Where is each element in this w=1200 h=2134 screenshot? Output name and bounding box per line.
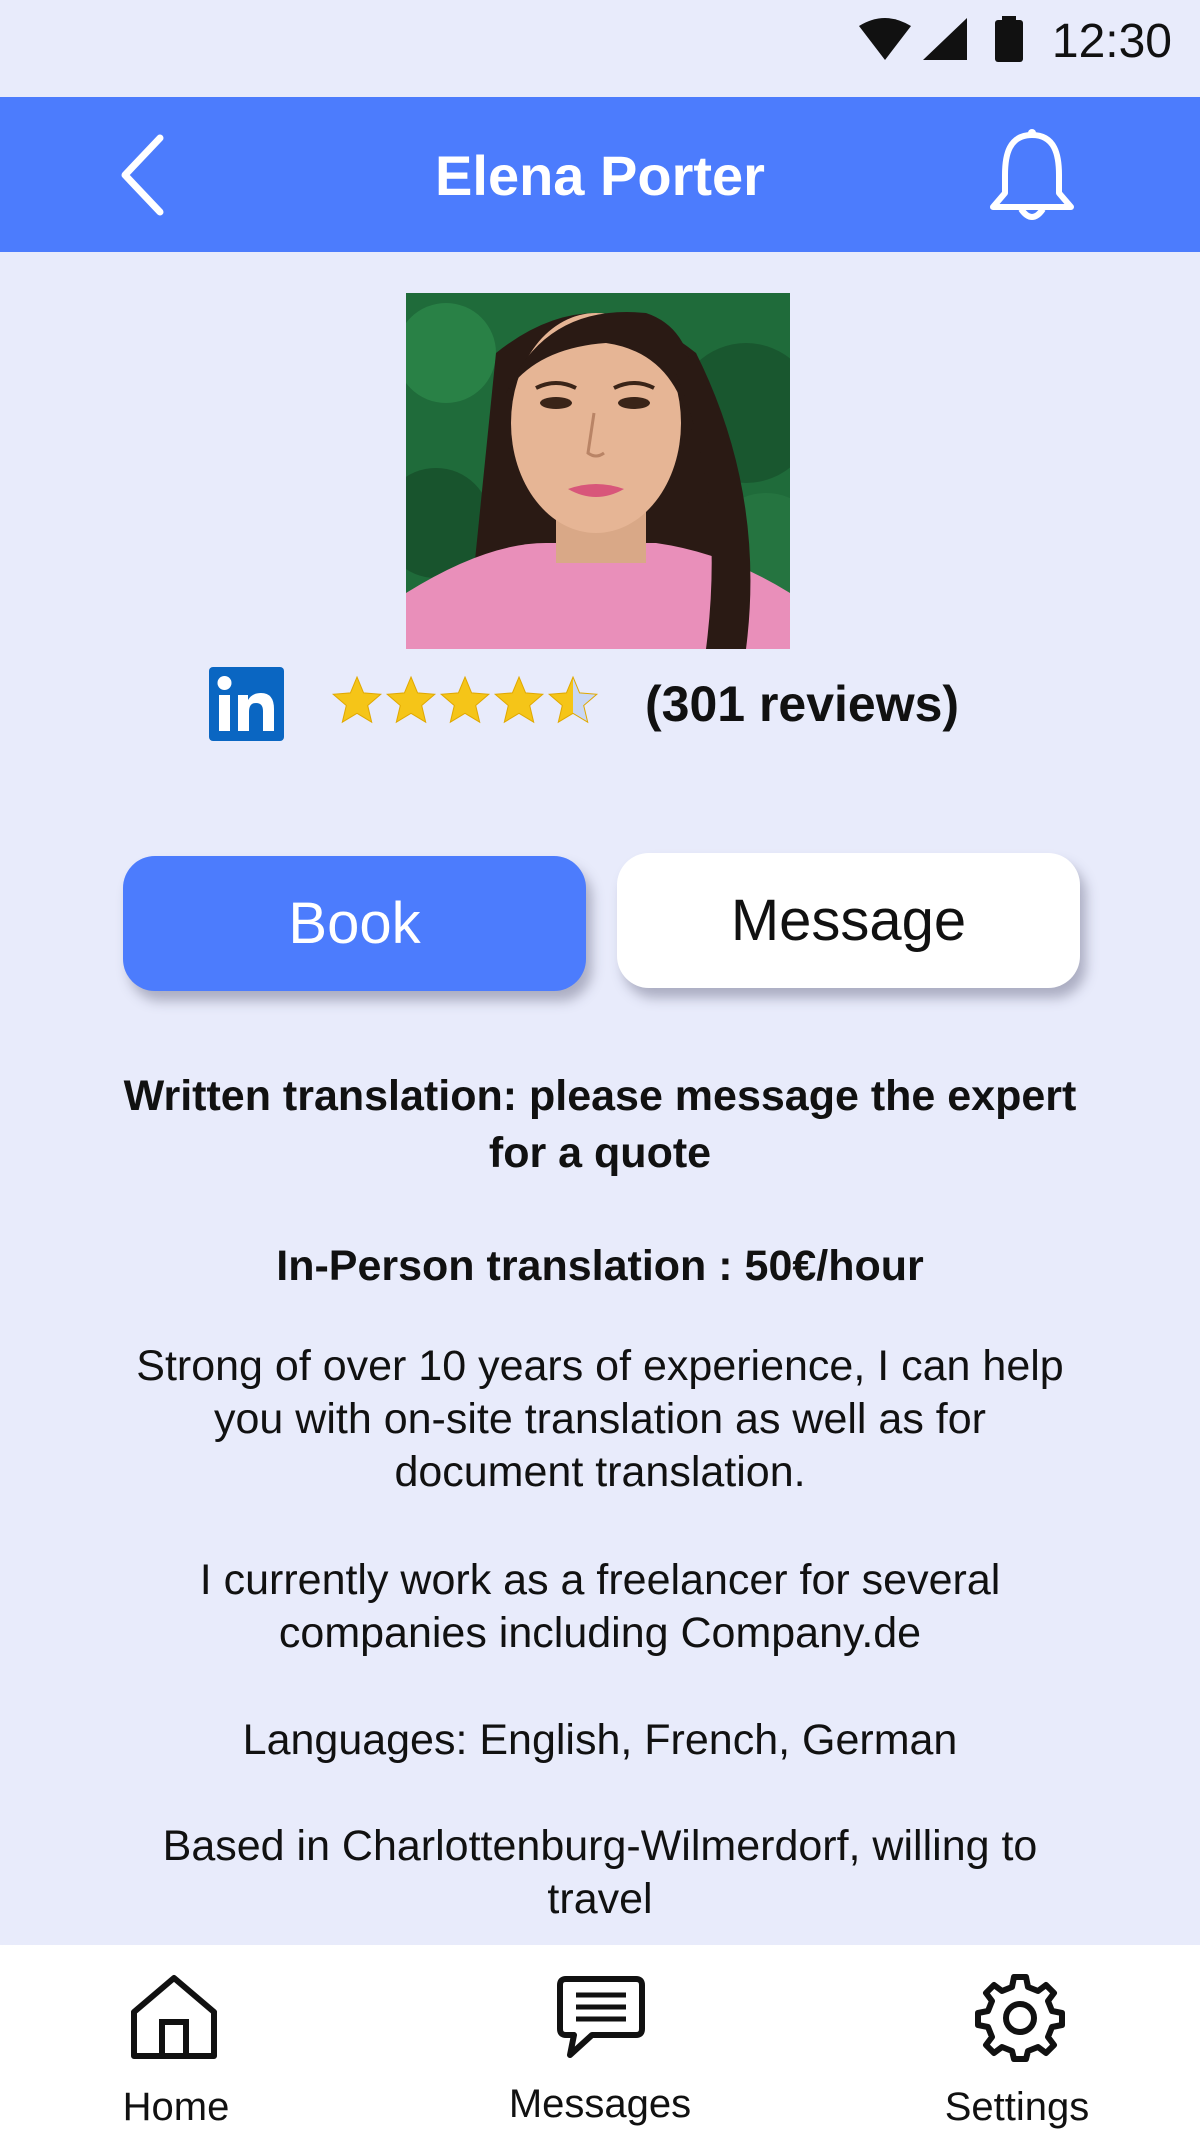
status-bar: 12:30: [0, 0, 1200, 97]
battery-icon: [995, 16, 1023, 62]
cellular-signal-icon: [923, 18, 967, 60]
wifi-icon: [859, 18, 911, 60]
written-translation-text: Written translation: please message the …: [123, 1072, 1077, 1177]
languages-text: Languages: English, French, German: [242, 1716, 958, 1764]
rating-star: [385, 675, 437, 724]
rating-stars: [331, 675, 599, 724]
message-button[interactable]: Message: [617, 853, 1080, 988]
rating-star: [439, 675, 491, 724]
profile-photo: [406, 293, 790, 649]
nav-label-settings: Settings: [944, 2085, 1090, 2129]
nav-item-messages[interactable]: Messages: [470, 1945, 730, 2134]
nav-label-messages: Messages: [508, 2082, 692, 2126]
current-work-text: I currently work as a freelancer for sev…: [199, 1556, 1001, 1657]
bottom-nav: Home Messages Settings: [0, 1945, 1200, 2134]
settings-icon: [975, 1974, 1065, 2062]
messages-icon: [557, 1976, 645, 2058]
experience-text: Strong of over 10 years of experience, I…: [136, 1342, 1064, 1496]
in-person-translation-text: In-Person translation : 50€/hour: [276, 1242, 924, 1290]
linkedin-icon[interactable]: [209, 667, 284, 741]
nav-item-home[interactable]: Home: [46, 1945, 306, 2134]
status-icons: [859, 16, 1023, 62]
home-icon: [131, 1975, 217, 2059]
reviews-count: (301 reviews): [645, 676, 960, 732]
status-time: 12:30: [1051, 15, 1172, 68]
location-text: Based in Charlottenburg-Wilmerdorf, will…: [162, 1822, 1038, 1923]
profile-photo-illustration: [406, 293, 790, 649]
rating-star: [547, 675, 599, 724]
rating-star: [331, 675, 383, 724]
rating-star: [493, 675, 545, 724]
book-button[interactable]: Book: [123, 856, 586, 991]
bell-icon[interactable]: [987, 125, 1077, 225]
nav-item-settings[interactable]: Settings: [887, 1945, 1147, 2134]
nav-label-home: Home: [122, 2085, 230, 2129]
